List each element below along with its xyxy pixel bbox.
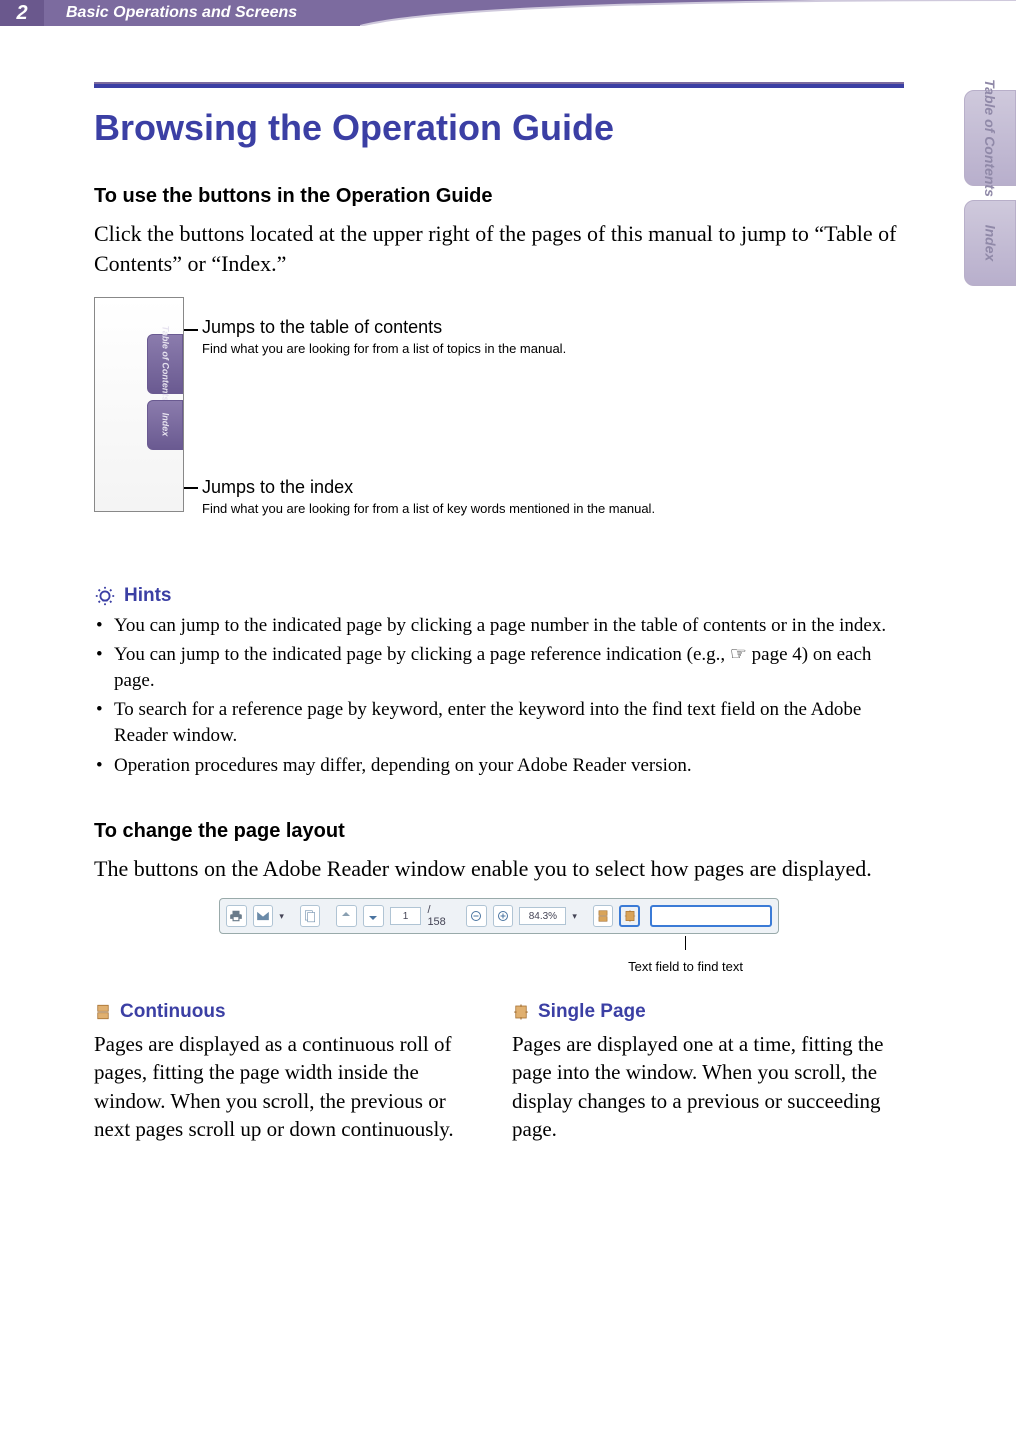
title-rule (94, 82, 904, 88)
header-bar: 2 Basic Operations and Screens (0, 0, 1016, 26)
single-page-icon (512, 1003, 530, 1021)
hint-item: You can jump to the indicated page by cl… (94, 642, 904, 693)
find-text-field[interactable] (650, 905, 772, 927)
zoom-out-icon[interactable] (466, 905, 487, 927)
pages-icon[interactable] (300, 905, 321, 927)
layout-columns: Continuous Pages are displayed as a cont… (94, 1001, 904, 1143)
hints-title: Hints (124, 586, 172, 605)
page-current-input[interactable]: 1 (390, 907, 422, 925)
print-icon[interactable] (226, 905, 247, 927)
diagram-index-title: Jumps to the index (202, 477, 655, 499)
intro-paragraph: Click the buttons located at the upper r… (94, 219, 904, 278)
dropdown-icon[interactable]: ▾ (279, 911, 284, 922)
zoom-in-icon[interactable] (493, 905, 514, 927)
header-section-title: Basic Operations and Screens (44, 0, 297, 26)
hints-list: You can jump to the indicated page by cl… (94, 613, 904, 779)
nav-diagram: Table of Contents Index Jumps to the tab… (94, 297, 904, 557)
side-tab-toc-label: Table of Contents (983, 79, 997, 197)
side-tab-toc[interactable]: Table of Contents (964, 90, 1016, 186)
layout-intro: The buttons on the Adobe Reader window e… (94, 854, 904, 884)
leader-line (685, 936, 686, 950)
next-page-icon[interactable] (363, 905, 384, 927)
side-tab-index[interactable]: Index (964, 200, 1016, 286)
page-number: 2 (0, 0, 44, 26)
subtitle-buttons: To use the buttons in the Operation Guid… (94, 183, 904, 209)
diagram-label-index: Jumps to the index Find what you are loo… (202, 477, 655, 517)
header-swoosh (360, 0, 1016, 26)
hints-heading: Hints (94, 585, 904, 607)
toolbar-figure: ▾ 1 / 158 84.3% ▾ Text field to find tex (219, 898, 779, 973)
diagram-frame: Table of Contents Index (94, 297, 184, 512)
hint-item: You can jump to the indicated page by cl… (94, 613, 904, 639)
continuous-icon (94, 1003, 112, 1021)
hint-item: To search for a reference page by keywor… (94, 697, 904, 748)
continuous-body: Pages are displayed as a continuous roll… (94, 1030, 486, 1143)
lightbulb-icon (94, 585, 116, 607)
diagram-tab-toc-label: Table of Contents (161, 326, 170, 402)
side-tab-index-label: Index (983, 225, 997, 262)
diagram-tab-index: Index (147, 400, 183, 450)
diagram-toc-title: Jumps to the table of contents (202, 317, 566, 339)
diagram-tab-toc: Table of Contents (147, 334, 183, 394)
dropdown-icon[interactable]: ▾ (572, 911, 577, 922)
email-icon[interactable] (253, 905, 274, 927)
diagram-toc-desc: Find what you are looking for from a lis… (202, 341, 566, 357)
content-area: Browsing the Operation Guide To use the … (94, 82, 904, 1143)
single-page-view-icon[interactable] (619, 905, 640, 927)
prev-page-icon[interactable] (336, 905, 357, 927)
adobe-toolbar: ▾ 1 / 158 84.3% ▾ (219, 898, 779, 934)
diagram-tab-index-label: Index (160, 413, 169, 437)
single-title: Single Page (538, 1001, 646, 1024)
subtitle-layout: To change the page layout (94, 818, 904, 844)
leader-line (184, 329, 198, 331)
find-field-caption: Text field to find text (219, 960, 743, 973)
continuous-view-icon[interactable] (593, 905, 614, 927)
diagram-label-toc: Jumps to the table of contents Find what… (202, 317, 566, 357)
diagram-index-desc: Find what you are looking for from a lis… (202, 501, 655, 517)
column-continuous: Continuous Pages are displayed as a cont… (94, 1001, 486, 1143)
page-total: / 158 (427, 904, 450, 928)
continuous-title: Continuous (120, 1001, 226, 1024)
leader-line (184, 487, 198, 489)
page-title: Browsing the Operation Guide (94, 106, 904, 149)
column-single: Single Page Pages are displayed one at a… (512, 1001, 904, 1143)
zoom-level[interactable]: 84.3% (519, 907, 566, 925)
single-body: Pages are displayed one at a time, fitti… (512, 1030, 904, 1143)
page: 2 Basic Operations and Screens Table of … (0, 0, 1016, 1451)
hint-item: Operation procedures may differ, dependi… (94, 753, 904, 779)
